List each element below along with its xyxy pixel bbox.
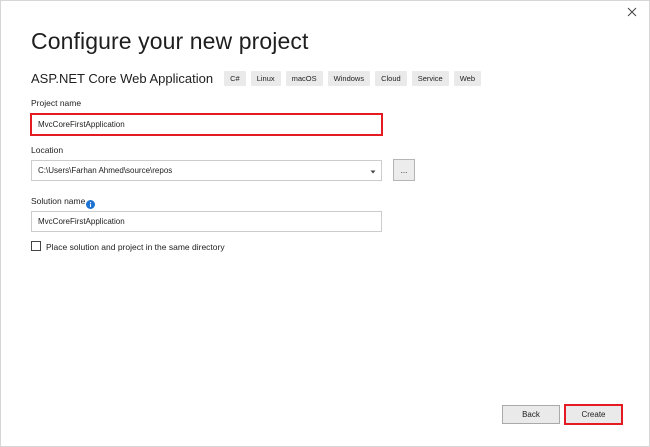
location-dropdown[interactable]: C:\Users\Farhan Ahmed\source\repos (31, 160, 382, 181)
same-directory-label: Place solution and project in the same d… (46, 242, 225, 252)
location-value: C:\Users\Farhan Ahmed\source\repos (38, 166, 173, 175)
solution-name-input[interactable]: MvcCoreFirstApplication (31, 211, 382, 232)
tag-web: Web (453, 70, 482, 86)
solution-name-value: MvcCoreFirstApplication (38, 217, 125, 226)
tag-csharp: C# (224, 70, 246, 86)
tag-windows: Windows (327, 70, 371, 86)
tag-macos: macOS (285, 70, 323, 86)
create-button[interactable]: Create (564, 404, 623, 425)
browse-button[interactable]: ... (393, 159, 415, 181)
chevron-down-icon (370, 168, 376, 174)
tag-service: Service (411, 70, 449, 86)
back-button[interactable]: Back (502, 405, 560, 424)
tag-linux: Linux (250, 70, 281, 86)
solution-name-label: Solution name (31, 196, 86, 206)
project-name-label: Project name (31, 98, 82, 108)
dialog-window: Configure your new project ASP.NET Core … (0, 0, 650, 447)
project-name-value: MvcCoreFirstApplication (38, 120, 125, 129)
template-name: ASP.NET Core Web Application (31, 70, 214, 86)
same-directory-checkbox[interactable] (31, 241, 41, 251)
page-title: Configure your new project (31, 28, 309, 54)
close-icon[interactable] (625, 5, 639, 19)
template-info: ASP.NET Core Web Application C# Linux ma… (31, 70, 486, 86)
project-name-input[interactable]: MvcCoreFirstApplication (30, 113, 383, 136)
tag-cloud: Cloud (375, 70, 407, 86)
info-icon[interactable] (86, 196, 95, 209)
location-label: Location (31, 145, 64, 155)
